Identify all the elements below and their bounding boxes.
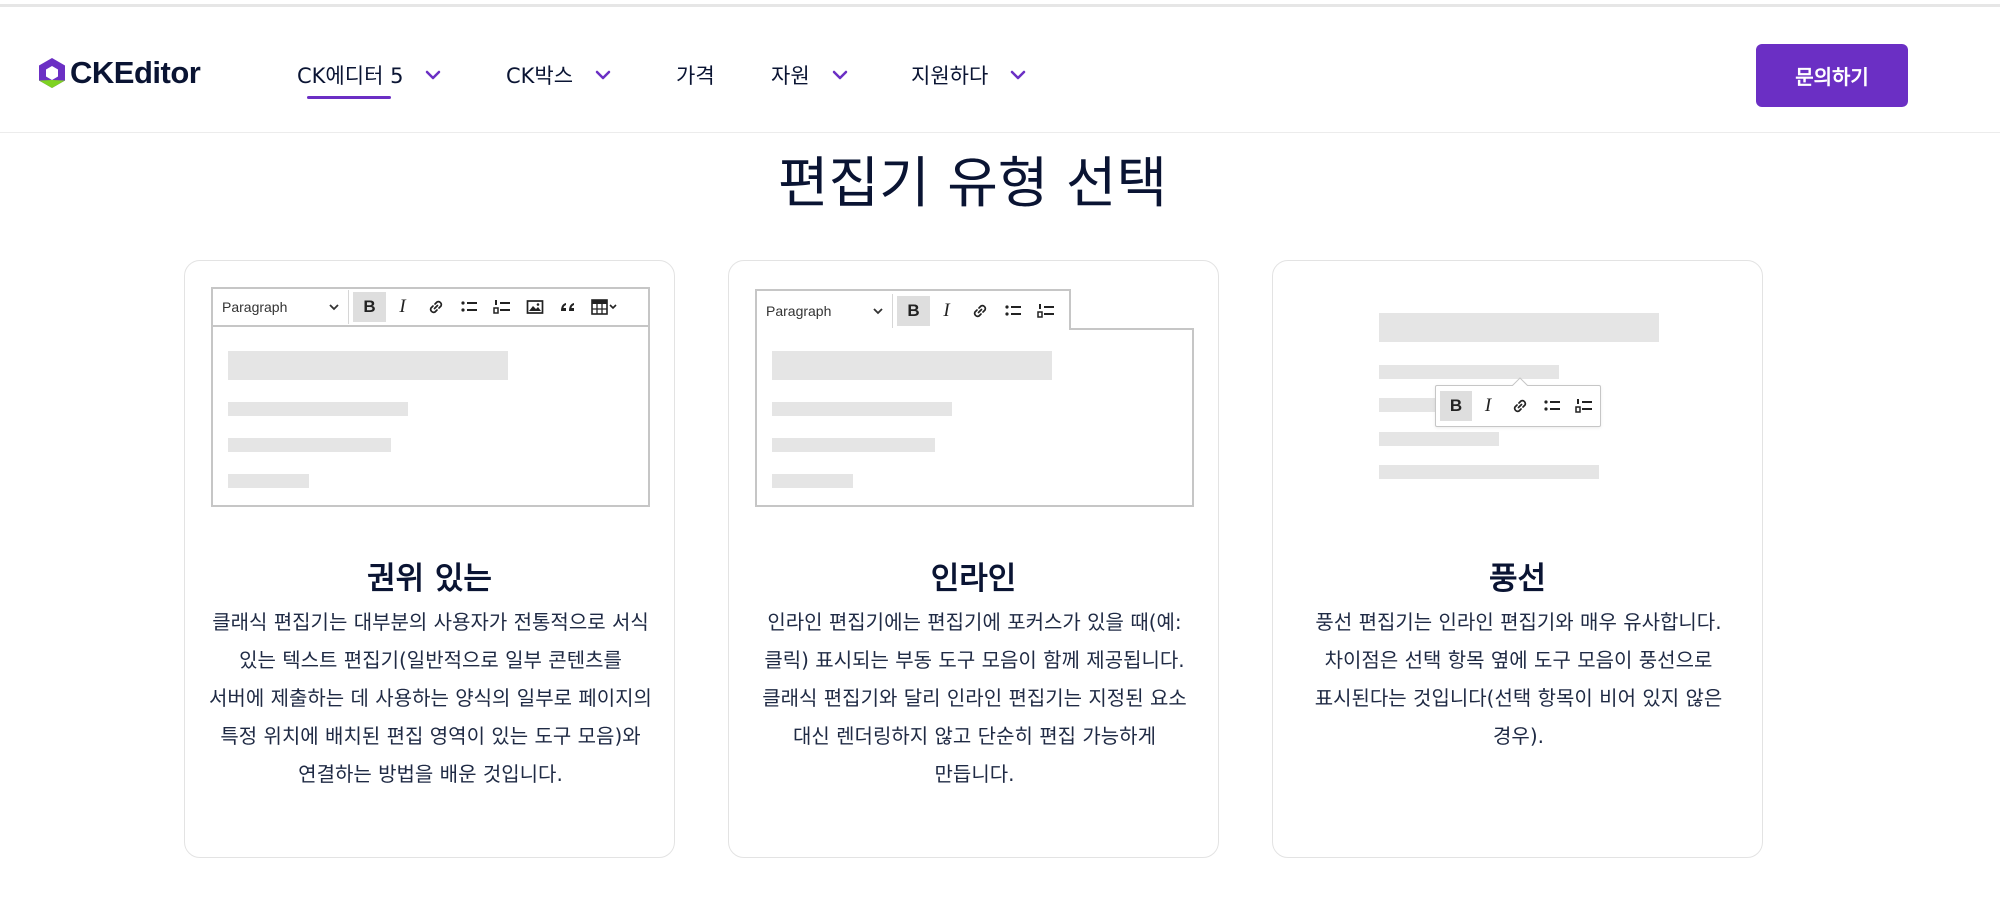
- placeholder-line: [228, 474, 309, 488]
- link-icon: [1504, 391, 1536, 421]
- placeholder-line: [1379, 465, 1599, 479]
- nav-label: 지원하다: [911, 64, 989, 88]
- nav-label: CK에디터 5: [297, 60, 403, 99]
- placeholder-line: [1379, 398, 1439, 412]
- nav-label: CK박스: [506, 64, 574, 88]
- nav-resources[interactable]: 자원: [771, 55, 850, 95]
- placeholder-line: [228, 438, 391, 452]
- placeholder-line: [772, 402, 952, 416]
- paragraph-select: Paragraph: [757, 293, 893, 328]
- editor-card-balloon[interactable]: B I 풍선 풍선 편집기는 인라인 편집기와 매우 유사합니다. 차이점은 선…: [1272, 260, 1763, 858]
- editor-card-inline[interactable]: Paragraph B I 인라인 인라인 편집기에는 편집기에 포커스가 있을…: [728, 260, 1219, 858]
- chevron-down-icon: [329, 304, 339, 311]
- editor-toolbar: Paragraph B I: [213, 289, 648, 327]
- ckeditor-logo-icon: [39, 58, 65, 88]
- italic-button: I: [1484, 395, 1492, 416]
- placeholder-heading: [228, 351, 508, 380]
- paragraph-select-label: Paragraph: [766, 302, 832, 319]
- logo-text: CKEditor: [70, 55, 201, 90]
- numbered-list-icon: [1568, 391, 1600, 421]
- table-icon: [584, 292, 624, 322]
- site-header: CKEditor CK에디터 5 CK박스 가격 자원 지원하다 문의하기: [0, 7, 2000, 133]
- card-title: 풍선: [1488, 561, 1547, 597]
- chevron-down-icon: [873, 307, 883, 314]
- card-description: 클래식 편집기는 대부분의 사용자가 전통적으로 서식 있는 텍스트 편집기(일…: [209, 610, 652, 786]
- link-icon: [419, 292, 452, 322]
- placeholder-heading: [772, 351, 1052, 380]
- balloon-arrow-icon: [1512, 377, 1528, 386]
- italic-button: I: [399, 296, 406, 317]
- quote-icon: [551, 292, 584, 322]
- nav-label: 가격: [676, 64, 715, 88]
- editor-card-classic[interactable]: Paragraph B I 권위 있는 클래식 편집기는 대부분의 사용자가 전…: [184, 260, 675, 858]
- nav-support[interactable]: 지원하다: [911, 55, 1028, 95]
- card-title: 인라인: [930, 561, 1017, 597]
- numbered-list-icon: [1029, 296, 1062, 326]
- section-title: 편집기 유형 선택: [777, 151, 1168, 215]
- card-title: 권위 있는: [367, 561, 492, 597]
- chevron-down-icon: [426, 70, 441, 80]
- paragraph-select: Paragraph: [213, 290, 349, 324]
- bulleted-list-icon: [1536, 391, 1568, 421]
- classic-editor-preview: Paragraph B I: [211, 287, 650, 507]
- chevron-down-icon: [1011, 70, 1026, 80]
- nav-ckeditor5[interactable]: CK에디터 5: [297, 55, 443, 99]
- placeholder-heading: [1379, 313, 1659, 342]
- placeholder-line: [772, 474, 853, 488]
- numbered-list-icon: [485, 292, 518, 322]
- ckeditor-logo[interactable]: CKEditor: [38, 53, 201, 93]
- floating-toolbar: Paragraph B I: [755, 289, 1071, 330]
- placeholder-line: [1379, 365, 1559, 379]
- placeholder-line: [772, 438, 935, 452]
- bold-button: B: [897, 295, 930, 326]
- link-icon: [963, 296, 996, 326]
- card-description: 인라인 편집기에는 편집기에 포커스가 있을 때(예: 클릭) 표시되는 부동 …: [762, 610, 1187, 786]
- nav-ckbox[interactable]: CK박스: [506, 55, 613, 95]
- placeholder-line: [1379, 432, 1499, 446]
- contact-button[interactable]: 문의하기: [1756, 44, 1908, 107]
- paragraph-select-label: Paragraph: [222, 299, 288, 315]
- bulleted-list-icon: [996, 296, 1029, 326]
- chevron-down-icon: [832, 70, 847, 80]
- placeholder-line: [228, 402, 408, 416]
- inline-editor-preview: Paragraph B I: [755, 289, 1194, 507]
- bold-button: B: [353, 292, 386, 322]
- nav-label: 자원: [771, 64, 810, 88]
- bulleted-list-icon: [452, 292, 485, 322]
- image-icon: [518, 292, 551, 322]
- card-description: 풍선 편집기는 인라인 편집기와 매우 유사합니다. 차이점은 선택 항목 옆에…: [1314, 610, 1723, 748]
- italic-button: I: [943, 299, 950, 321]
- balloon-toolbar: B I: [1435, 377, 1601, 427]
- nav-pricing[interactable]: 가격: [676, 55, 715, 95]
- chevron-down-icon: [595, 70, 611, 80]
- bold-button: B: [1440, 391, 1472, 421]
